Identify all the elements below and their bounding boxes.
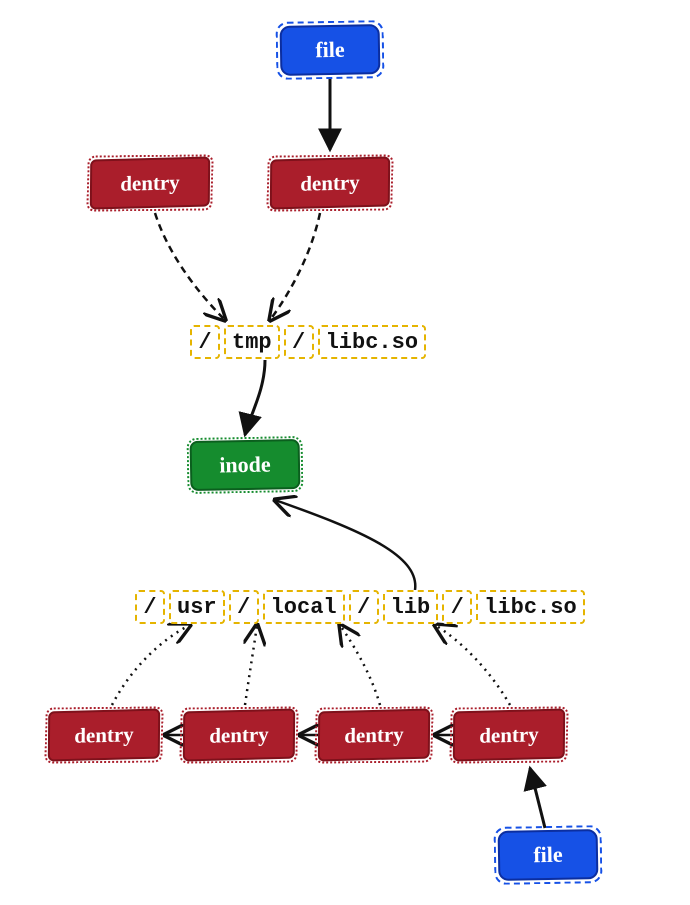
file-label: file	[533, 842, 563, 869]
edge-dentry-b3-path	[340, 625, 380, 705]
edge-path-top-inode	[245, 360, 265, 435]
path-seg: /	[229, 590, 259, 624]
inode-label: inode	[219, 452, 271, 479]
diagram-stage: file dentry dentry / tmp / libc.so inode…	[0, 0, 690, 905]
dentry-label: dentry	[479, 722, 539, 749]
path-seg: libc.so	[476, 590, 584, 624]
path-seg: usr	[169, 590, 225, 624]
path-seg: local	[263, 590, 345, 624]
path-top: / tmp / libc.so	[190, 325, 426, 359]
file-node-top: file	[280, 24, 381, 76]
dentry-label: dentry	[120, 170, 180, 197]
dentry-label: dentry	[300, 170, 360, 197]
edge-dentry-t2-path	[270, 213, 320, 320]
dentry-label: dentry	[74, 722, 134, 749]
edge-path-bottom-inode	[275, 500, 415, 590]
path-bottom: / usr / local / lib / libc.so	[135, 590, 585, 624]
dentry-node-b1: dentry	[48, 709, 160, 762]
path-seg: lib	[383, 590, 439, 624]
edge-dentry-b2-path	[245, 625, 257, 705]
inode-node: inode	[190, 439, 301, 491]
dentry-node-t2: dentry	[270, 156, 390, 209]
path-seg: /	[442, 590, 472, 624]
edge-dentry-t1-path	[155, 213, 225, 320]
edge-dentry-b4-path	[435, 625, 510, 705]
arrows-layer	[0, 0, 690, 905]
path-seg: /	[284, 325, 314, 359]
file-node-bottom: file	[498, 829, 599, 881]
edge-file-bottom-dentry	[530, 768, 545, 828]
dentry-label: dentry	[209, 722, 269, 749]
file-label: file	[315, 37, 345, 64]
dentry-node-b3: dentry	[318, 709, 430, 762]
dentry-node-t1: dentry	[90, 156, 210, 209]
path-seg: /	[135, 590, 165, 624]
edge-dentry-b1-path	[112, 625, 190, 705]
dentry-label: dentry	[344, 722, 404, 749]
dentry-node-b2: dentry	[183, 709, 295, 762]
dentry-node-b4: dentry	[453, 709, 565, 762]
path-seg: /	[349, 590, 379, 624]
path-seg: /	[190, 325, 220, 359]
path-seg: libc.so	[318, 325, 426, 359]
path-seg: tmp	[224, 325, 280, 359]
